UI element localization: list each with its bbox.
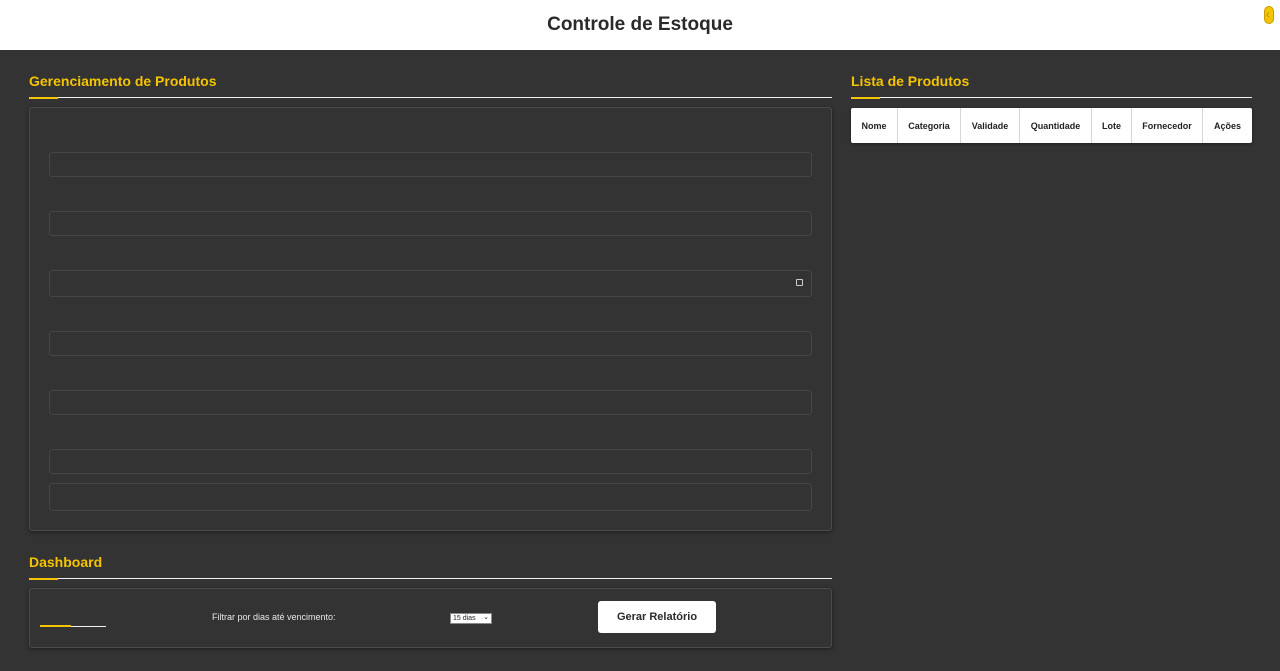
column-header-lote[interactable]: Lote [1092,108,1132,143]
expiry-days-selected: 15 dias [453,615,476,622]
theme-toggle-icon[interactable]: ☾ [1264,6,1274,24]
expiry-filter-label: Filtrar por dias até vencimento: [212,612,336,622]
dashboard-panel: Filtrar por dias até vencimento: 15 dias… [29,588,832,648]
product-batch-input[interactable] [49,390,812,415]
product-name-input[interactable] [49,152,812,177]
product-management-divider [29,97,832,99]
product-supplier-input[interactable] [49,449,812,474]
product-list-title: Lista de Produtos [851,73,970,89]
calendar-icon[interactable] [796,279,803,286]
top-header: Controle de Estoque ☾ [0,0,1280,50]
product-expiry-date-input[interactable] [49,270,812,297]
column-header-acoes[interactable]: Ações [1203,108,1252,143]
product-management-title: Gerenciamento de Produtos [29,73,217,89]
product-list-divider [851,97,1252,99]
column-header-validade[interactable]: Validade [961,108,1020,143]
column-header-quantidade[interactable]: Quantidade [1020,108,1092,143]
product-submit-field[interactable] [49,483,812,511]
column-header-categoria[interactable]: Categoria [898,108,961,143]
product-table-header: Nome Categoria Validade Quantidade Lote … [851,108,1252,143]
dashboard-divider [29,578,832,580]
product-category-input[interactable] [49,211,812,236]
column-header-fornecedor[interactable]: Fornecedor [1132,108,1203,143]
dashboard-progress-bar [40,625,106,627]
generate-report-button[interactable]: Gerar Relatório [598,601,716,633]
expiry-days-select[interactable]: 15 dias ⌄ [450,613,492,624]
product-form [29,107,832,531]
app-title: Controle de Estoque [547,14,733,35]
product-quantity-input[interactable] [49,331,812,356]
dashboard-title: Dashboard [29,554,103,570]
dashboard-progress-fill [40,625,72,627]
chevron-down-icon: ⌄ [483,614,489,621]
column-header-nome[interactable]: Nome [851,108,898,143]
